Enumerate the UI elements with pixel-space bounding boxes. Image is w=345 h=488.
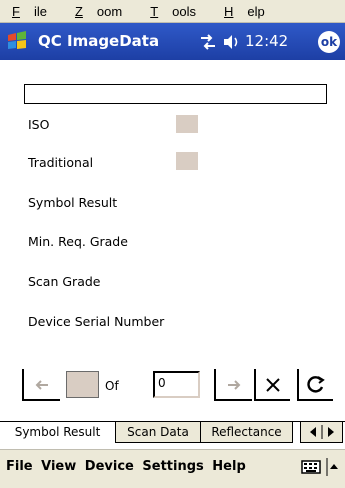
refresh-icon <box>307 376 325 393</box>
traditional-label: Traditional <box>28 155 94 170</box>
bottom-menu-view[interactable]: View <box>41 459 76 474</box>
next-button[interactable] <box>214 369 252 401</box>
tab-scroll-arrows <box>300 421 343 443</box>
menu-help[interactable]: Help <box>218 4 273 19</box>
data-text-field[interactable] <box>24 84 327 104</box>
x-icon <box>266 378 280 392</box>
refresh-button[interactable] <box>297 369 333 401</box>
current-record-field[interactable] <box>66 371 99 398</box>
tab-scroll-right-icon[interactable] <box>327 427 334 437</box>
arrow-right-icon <box>228 380 241 390</box>
clock[interactable]: 12:42 <box>245 32 288 50</box>
top-menu-bar: File Zoom Tools Help <box>0 0 345 23</box>
connectivity-icon[interactable] <box>199 34 217 50</box>
tab-strip: Symbol Result Scan Data Reflectance <box>0 421 345 444</box>
record-navigator: Of 0 <box>0 369 345 403</box>
scan-grade-label: Scan Grade <box>28 274 101 289</box>
menu-tools[interactable]: Tools <box>144 4 204 19</box>
device-serial-label: Device Serial Number <box>28 314 165 329</box>
arrow-left-icon <box>35 380 48 390</box>
tab-scroll-left-icon[interactable] <box>309 427 316 437</box>
bottom-menu-help[interactable]: Help <box>212 459 245 474</box>
traditional-status-box <box>176 152 198 170</box>
symbol-result-label: Symbol Result <box>28 195 118 210</box>
tab-scan-data[interactable]: Scan Data <box>116 421 201 443</box>
iso-label: ISO <box>28 117 50 132</box>
total-records-field: 0 <box>153 371 200 398</box>
tab-reflectance[interactable]: Reflectance <box>201 421 293 443</box>
tab-symbol-result[interactable]: Symbol Result <box>0 422 116 443</box>
prev-button[interactable] <box>22 369 60 401</box>
menu-file[interactable]: File <box>6 4 55 19</box>
bottom-menu-bar: File View Device Settings Help <box>0 449 345 488</box>
windows-start-icon[interactable] <box>6 30 28 52</box>
bottom-menu-settings[interactable]: Settings <box>142 459 203 474</box>
keyboard-icon[interactable] <box>301 459 321 475</box>
of-label: Of <box>105 379 119 393</box>
input-panel-arrow-icon[interactable] <box>326 458 340 476</box>
app-title: QC ImageData <box>38 32 160 50</box>
volume-icon[interactable] <box>222 34 240 50</box>
bottom-menu-file[interactable]: File <box>6 459 33 474</box>
title-bar: QC ImageData 12:42 ok <box>0 23 345 60</box>
min-req-grade-label: Min. Req. Grade <box>28 234 128 249</box>
ok-button[interactable]: ok <box>318 31 340 53</box>
bottom-menu-device[interactable]: Device <box>85 459 134 474</box>
iso-status-box <box>176 115 198 133</box>
cancel-button[interactable] <box>254 369 290 401</box>
menu-zoom[interactable]: Zoom <box>69 4 130 19</box>
